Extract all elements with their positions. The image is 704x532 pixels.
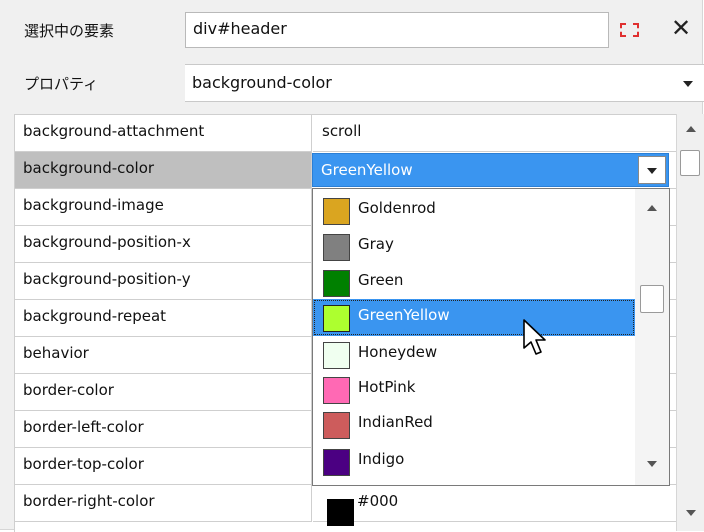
- color-option-label: Gray: [358, 235, 394, 253]
- color-option-label: HotPink: [358, 378, 416, 396]
- grid-row[interactable]: background-attachment scroll: [15, 115, 676, 152]
- color-swatch: [323, 342, 350, 369]
- element-field[interactable]: div#header: [185, 12, 609, 48]
- combo-dropdown-button[interactable]: [638, 156, 666, 184]
- color-option-label: IndianRed: [358, 413, 433, 431]
- chevron-down-icon[interactable]: [683, 81, 693, 87]
- color-option[interactable]: Honeydew: [313, 336, 635, 373]
- grid-row-name: border-color: [15, 374, 312, 411]
- scroll-up-icon[interactable]: [686, 126, 696, 132]
- grid-row-name: border-top-color: [15, 448, 312, 485]
- color-swatch: [323, 234, 350, 261]
- color-option-highlighted[interactable]: GreenYellow: [313, 299, 635, 336]
- color-combo[interactable]: GreenYellow: [312, 153, 669, 187]
- color-swatch: [323, 377, 350, 404]
- property-select[interactable]: background-color: [185, 64, 704, 102]
- color-swatch: [323, 412, 350, 439]
- color-option[interactable]: Indigo: [313, 443, 635, 480]
- mouse-cursor-icon: [523, 319, 546, 355]
- color-option-label: GreenYellow: [358, 306, 450, 324]
- color-swatch: [327, 499, 354, 526]
- color-option[interactable]: IndianRed: [313, 406, 635, 443]
- color-option-label: Green: [358, 271, 404, 289]
- grid-row-name: background-position-y: [15, 263, 312, 300]
- color-option[interactable]: Gray: [313, 228, 635, 265]
- property-label: プロパティ: [24, 75, 99, 93]
- grid-row-value[interactable]: scroll: [313, 115, 676, 152]
- scroll-thumb[interactable]: [680, 150, 700, 176]
- element-picker-icon[interactable]: [620, 23, 639, 37]
- color-option-label: Indigo: [358, 450, 405, 468]
- color-option[interactable]: Green: [313, 264, 635, 301]
- color-dropdown-list[interactable]: Goldenrod Gray Green GreenYellow Honeyde…: [312, 188, 670, 486]
- grid-row-name: background-attachment: [15, 115, 312, 152]
- color-swatch: [323, 449, 350, 476]
- scroll-thumb[interactable]: [640, 285, 664, 313]
- scroll-up-icon[interactable]: [647, 205, 657, 211]
- grid-row-name: border-right-color: [15, 485, 312, 522]
- grid-row-name: background-image: [15, 189, 312, 226]
- element-label: 選択中の要素: [24, 22, 115, 40]
- grid-row-name: background-position-x: [15, 226, 312, 263]
- color-option[interactable]: Goldenrod: [313, 192, 635, 229]
- scroll-down-icon[interactable]: [686, 510, 696, 516]
- color-option-label: Honeydew: [358, 343, 438, 361]
- grid-row-name: background-color: [15, 152, 312, 189]
- dropdown-scrollbar[interactable]: [635, 189, 669, 485]
- color-option[interactable]: HotPink: [313, 371, 635, 408]
- grid-row-name: behavior: [15, 337, 312, 374]
- grid-row-name: border-left-color: [15, 411, 312, 448]
- grid-row-name: background-repeat: [15, 300, 312, 337]
- grid-row-value[interactable]: #000: [313, 485, 676, 522]
- color-swatch: [323, 270, 350, 297]
- grid-scrollbar[interactable]: [676, 114, 704, 531]
- scroll-down-icon[interactable]: [647, 461, 657, 467]
- close-icon[interactable]: ✕: [667, 13, 695, 43]
- color-swatch: [323, 305, 350, 332]
- color-swatch: [323, 198, 350, 225]
- color-option-label: Goldenrod: [358, 199, 436, 217]
